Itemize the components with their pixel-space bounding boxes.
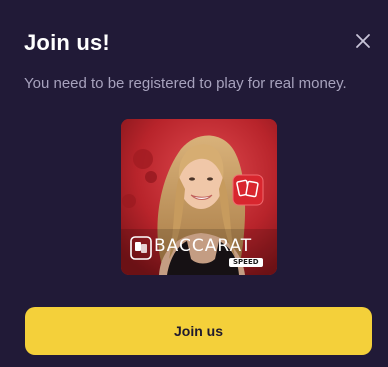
modal-subtitle: You need to be registered to play for re… — [24, 75, 347, 92]
join-us-button[interactable]: Join us — [25, 307, 372, 355]
game-name: BACCARAT — [154, 236, 253, 256]
game-variant-badge: SPEED — [229, 258, 263, 267]
modal-title: Join us! — [24, 30, 110, 55]
playing-cards-icon — [232, 174, 264, 206]
close-button[interactable] — [352, 30, 374, 52]
close-icon[interactable] — [352, 30, 374, 52]
join-us-modal: Join us! You need to be registered to pl… — [0, 0, 388, 367]
